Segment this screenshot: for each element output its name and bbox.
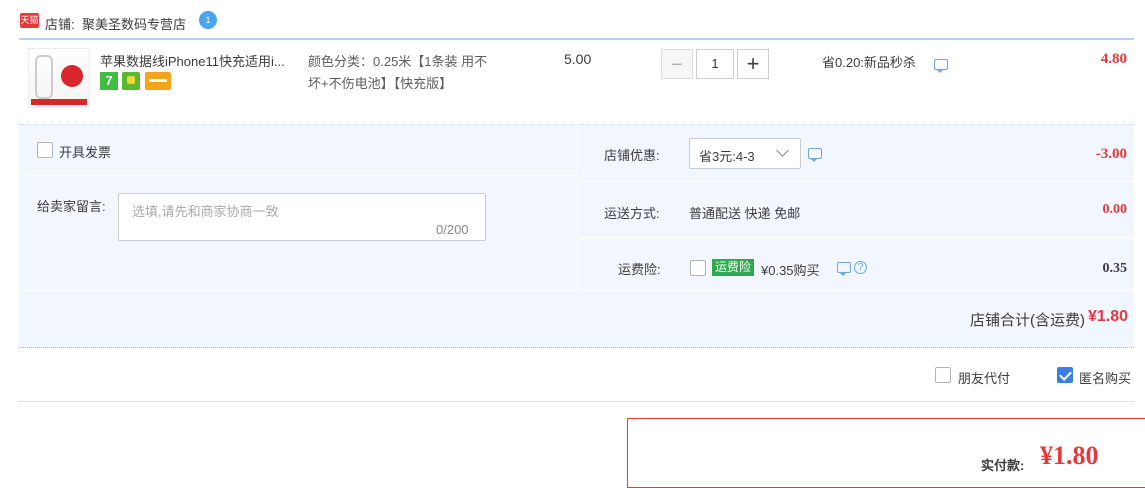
friend-pay-checkbox[interactable]	[935, 367, 951, 383]
store-discount-label: 店铺优惠:	[604, 148, 660, 163]
product-thumbnail[interactable]	[28, 48, 90, 108]
panel-divider	[577, 124, 578, 290]
product-title-link[interactable]: 苹果数据线iPhone11快充适用i...	[100, 51, 300, 70]
seller-message-placeholder: 选填,请先和商家协商一致	[132, 204, 279, 219]
anonymous-purchase-label: 匿名购买	[1079, 371, 1132, 386]
anonymous-purchase-checkbox[interactable]	[1057, 367, 1073, 383]
invoice-checkbox[interactable]	[37, 142, 53, 158]
thumbnail-banner	[31, 99, 87, 105]
shipping-insurance-price: ¥0.35购买	[761, 263, 820, 278]
product-sku: 颜色分类：0.25米【1条装 用不 坏+不伤电池】【快充版】	[308, 51, 523, 95]
sku-line-1: 颜色分类：0.25米【1条装 用不	[308, 54, 488, 69]
store-label: 店铺:	[45, 17, 75, 32]
panel-divider	[577, 181, 1134, 182]
shipping-insurance-amount: 0.35	[1102, 261, 1128, 276]
seller-message-label: 给卖家留言:	[37, 199, 106, 214]
shipping-insurance-label: 运费险:	[618, 262, 661, 277]
panel-divider	[577, 238, 1134, 239]
quantity-input[interactable]: 1	[696, 49, 734, 79]
sku-line-2: 坏+不伤电池】【快充版】	[308, 76, 453, 91]
cable-graphic	[35, 55, 53, 99]
section-divider	[19, 401, 1134, 402]
panel-divider	[19, 175, 577, 176]
help-icon[interactable]: ?	[854, 261, 867, 274]
store-discount-amount: -3.00	[1095, 146, 1127, 162]
promotion-text: 省0.20:新品秒杀	[822, 55, 916, 70]
seven-day-return-icon: 7	[100, 72, 118, 90]
insurance-comment-icon[interactable]	[837, 262, 851, 276]
shipping-amount: 0.00	[1102, 202, 1128, 217]
quantity-decrease-button[interactable]: −	[661, 49, 693, 79]
unit-price: 5.00	[564, 51, 592, 67]
quantity-increase-button[interactable]: +	[737, 49, 769, 79]
panel-divider	[19, 289, 1134, 290]
store-total-label: 店铺合计(含运费)	[970, 312, 1085, 329]
credit-card-icon	[145, 72, 171, 90]
store-name-link[interactable]: 聚美圣数码专营店	[82, 14, 186, 33]
shipping-method-value: 普通配送 快递 免邮	[689, 206, 801, 221]
shipping-method-label: 运送方式:	[604, 206, 660, 221]
seal-graphic	[61, 65, 83, 87]
store-header-divider	[19, 38, 1134, 40]
tmall-logo-icon: 天猫	[20, 13, 39, 28]
discount-comment-icon[interactable]	[808, 148, 822, 162]
actual-payment-amount: ¥1.80	[1040, 441, 1099, 470]
invoice-label: 开具发票	[59, 145, 112, 160]
store-total-amount: ¥1.80	[1087, 308, 1128, 325]
friend-pay-label: 朋友代付	[958, 371, 1011, 386]
seller-message-counter: 0/200	[436, 222, 469, 237]
service-guarantee-icon	[122, 72, 140, 90]
promotion-comment-icon[interactable]	[934, 59, 948, 73]
item-subtotal: 4.80	[1100, 51, 1127, 67]
store-discount-value: 省3元:4-3	[699, 149, 755, 164]
shipping-insurance-badge: 运费险	[712, 259, 755, 276]
shipping-insurance-checkbox[interactable]	[690, 260, 706, 276]
chat-icon[interactable]: 1	[199, 11, 217, 29]
actual-payment-label: 实付款:	[981, 458, 1025, 473]
